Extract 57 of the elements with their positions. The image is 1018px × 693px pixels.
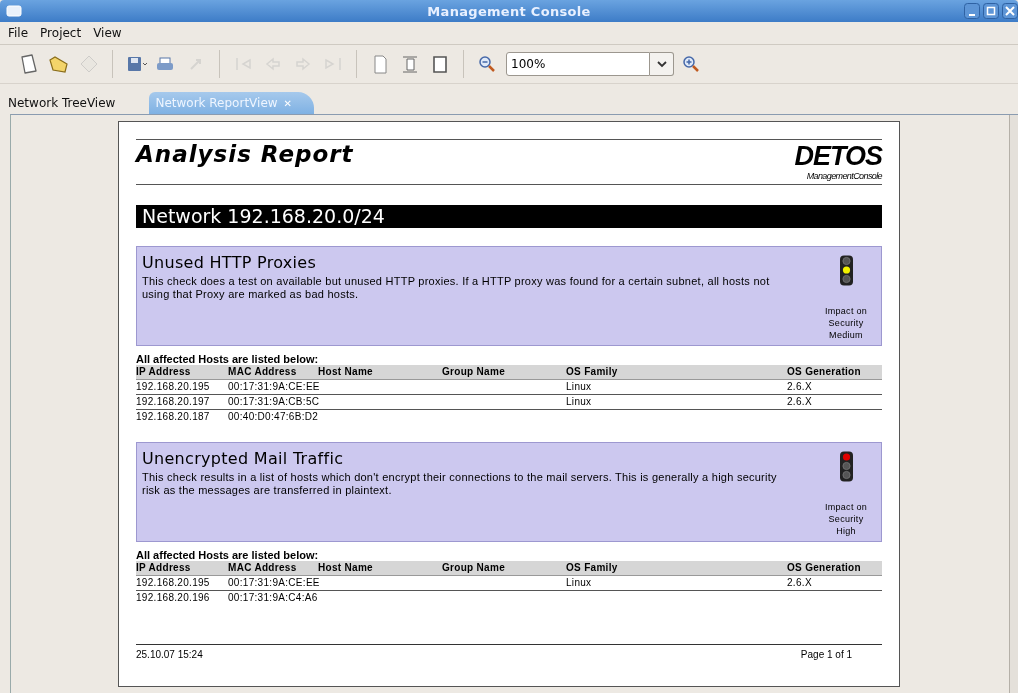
check-title: Unused HTTP Proxies <box>142 253 318 272</box>
table-cell: 192.168.20.195 <box>136 576 228 591</box>
table-cell: Linux <box>566 395 787 410</box>
table-cell: 00:17:31:9A:CE:EE <box>228 576 318 591</box>
traffic-light-icon <box>839 451 853 482</box>
impact-label: Impact on Security <box>823 305 869 329</box>
table-cell-text: 192.168.20.196 <box>136 591 211 605</box>
window-title: Management Console <box>427 3 591 19</box>
report-title: Analysis Report <box>136 141 354 169</box>
traffic-light-icon <box>839 255 853 286</box>
table-cell: 192.168.20.197 <box>136 395 228 410</box>
table-cell-text: 192.168.20.187 <box>136 410 211 424</box>
menu-item[interactable]: File <box>8 26 29 40</box>
zoom-field[interactable]: 100% <box>506 52 650 76</box>
tab[interactable]: Network TreeView <box>4 92 122 114</box>
window-menu-icon <box>6 5 22 17</box>
table-cell: Linux <box>566 576 787 591</box>
column-header: IP Address <box>136 365 228 380</box>
column-header: IP Address <box>136 561 228 576</box>
column-header: OS Generation <box>787 561 882 576</box>
column-header: MAC Address <box>228 365 318 380</box>
column-header: Group Name <box>442 561 566 576</box>
hosts-caption: All affected Hosts are listed below: <box>136 353 320 365</box>
column-header: Group Name <box>442 365 566 380</box>
table-cell: 2.6.X <box>787 395 882 410</box>
footer-date: 25.10.07 15:24 <box>136 649 203 660</box>
table-cell: Linux <box>566 380 787 395</box>
logo: DETOS <box>794 141 882 171</box>
impact-label: Impact on Security <box>823 501 869 525</box>
table-cell: 00:17:31:9A:C4:A6 <box>228 591 318 605</box>
check-title: Unencrypted Mail Traffic <box>142 449 345 468</box>
minimize-icon[interactable] <box>964 3 980 19</box>
menu-item[interactable]: View <box>93 26 122 40</box>
network-heading: Network 192.168.20.0/24 <box>136 205 882 228</box>
column-header: Host Name <box>318 365 442 380</box>
maximize-icon[interactable] <box>983 3 999 19</box>
table-cell: 2.6.X <box>787 380 882 395</box>
close-icon[interactable] <box>1002 3 1018 19</box>
menu-item[interactable]: Project <box>40 26 82 40</box>
column-header: OS Generation <box>787 365 882 380</box>
table-cell: 2.6.X <box>787 576 882 591</box>
check-description: This check does a test on available but unused HTTP proxies. If a HTTP proxy was found for a certain subnet, all hosts not using that Proxy are marked as bad hosts. <box>142 275 771 301</box>
table-cell: 00:17:31:9A:CE:EE <box>228 380 318 395</box>
check-description: This check results in a list of hosts which don't encrypt their connections to the mail servers. This is generally a high security risk as the messages are transferred in plaintext. <box>142 471 778 497</box>
logo-subtitle: ManagementConsole <box>806 171 882 181</box>
column-header: Host Name <box>318 561 442 576</box>
impact-level: Medium <box>829 329 863 341</box>
table-cell: 00:40:D0:47:6B:D2 <box>228 410 318 424</box>
hosts-caption: All affected Hosts are listed below: <box>136 549 320 561</box>
column-header: OS Family <box>566 365 787 380</box>
page-number: Page 1 of 1 <box>800 649 852 660</box>
table-cell: 00:17:31:9A:CB:5C <box>228 395 318 410</box>
column-header: MAC Address <box>228 561 318 576</box>
impact-level: High <box>836 525 856 537</box>
dropdown-button[interactable] <box>650 52 674 76</box>
column-header: OS Family <box>566 561 787 576</box>
table-cell: 192.168.20.195 <box>136 380 228 395</box>
